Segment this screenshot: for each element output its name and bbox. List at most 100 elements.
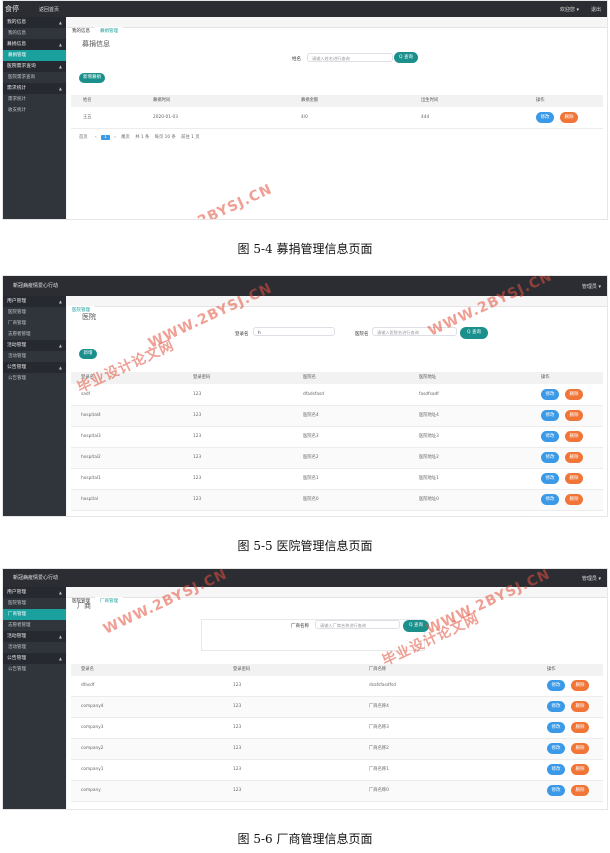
edit-button[interactable]: 修改	[547, 743, 565, 754]
edit-button[interactable]: 修改	[541, 494, 559, 505]
sidebar-group[interactable]: 用户管理 ▲	[3, 587, 66, 598]
delete-button[interactable]: 删除	[571, 701, 589, 712]
delete-button[interactable]: 删除	[571, 764, 589, 775]
sidebar-item[interactable]: 医院管理	[3, 307, 66, 318]
search-button[interactable]: Q 查询	[460, 327, 488, 339]
cell: 厂商名称0	[369, 788, 389, 793]
tab-donation[interactable]: 募捐管理	[95, 27, 123, 37]
sidebar-item[interactable]: 医院管理	[3, 598, 66, 609]
delete-button[interactable]: 删除	[571, 722, 589, 733]
sidebar-item[interactable]: 医院需求查询	[3, 72, 66, 83]
sidebar-group[interactable]: 医院需求查询 ▲	[3, 61, 66, 72]
tab-my-info[interactable]: 我的信息	[67, 27, 95, 37]
add-donation-button[interactable]: 新增募捐	[79, 73, 105, 83]
search-button[interactable]: Q 查询	[394, 52, 418, 63]
edit-button[interactable]: 修改	[541, 410, 559, 421]
edit-button[interactable]: 修改	[547, 785, 565, 796]
cell: 123	[193, 497, 202, 502]
sidebar-item[interactable]: 活动管理	[3, 351, 66, 362]
cell: dsafsfasdfsd	[369, 683, 396, 688]
cell: 医院地址2	[419, 455, 439, 460]
sidebar-group[interactable]: 活动管理 ▲	[3, 340, 66, 351]
col-header: 医院地址	[419, 375, 437, 380]
delete-button[interactable]: 删除	[571, 785, 589, 796]
figure-manufacturer: 新冠病疫情爱心行动 管理员 ▾ 用户管理 ▲ 医院管理 厂商管理 志愿者管理 活动管理 ▲ 活…	[2, 568, 608, 810]
sidebar-item[interactable]: 厂商管理	[3, 609, 66, 620]
sidebar-item[interactable]: 我的信息	[3, 28, 66, 39]
sidebar-group[interactable]: 公告管理 ▲	[3, 362, 66, 373]
search-label: 姓名	[292, 57, 301, 62]
col-header: 医院名	[303, 375, 316, 380]
next-icon[interactable]: ›	[114, 135, 116, 140]
cell: hospital	[81, 497, 99, 502]
prev-icon[interactable]: ‹	[95, 135, 97, 140]
delete-button[interactable]: 删除	[560, 112, 578, 123]
delete-button[interactable]: 删除	[565, 431, 583, 442]
user-menu[interactable]: 管理员 ▾	[582, 283, 601, 290]
cell: hospital3	[81, 434, 101, 439]
sidebar-group[interactable]: 用户管理 ▲	[3, 296, 66, 307]
tab-manufacturer[interactable]: 厂商管理	[95, 597, 123, 607]
add-button[interactable]: 新增	[79, 349, 97, 359]
col-header: 募捐金额	[301, 98, 319, 103]
sidebar-item[interactable]: 需求统计	[3, 94, 66, 105]
cell: fasdfsadf	[419, 392, 439, 397]
edit-button[interactable]: 修改	[547, 701, 565, 712]
edit-button[interactable]: 修改	[547, 680, 565, 691]
sidebar-item[interactable]: 志愿者管理	[3, 329, 66, 340]
tab-bar: 我的信息 募捐管理	[67, 17, 607, 37]
cell: hospital4	[81, 413, 101, 418]
edit-button[interactable]: 修改	[541, 452, 559, 463]
sidebar-group[interactable]: 需求统计 ▲	[3, 83, 66, 94]
login-name-input[interactable]: h	[253, 327, 335, 336]
sidebar-item[interactable]: 募捐管理	[3, 50, 66, 61]
user-menu[interactable]: 欢迎您 ▾	[560, 6, 579, 13]
sidebar-group[interactable]: 我的信息 ▲	[3, 17, 66, 28]
delete-button[interactable]: 删除	[565, 410, 583, 421]
sidebar-group[interactable]: 公告管理 ▲	[3, 653, 66, 664]
sidebar-item[interactable]: 厂商管理	[3, 318, 66, 329]
sidebar-item[interactable]: 公告管理	[3, 664, 66, 675]
exit-link[interactable]: 退出	[591, 6, 601, 13]
edit-button[interactable]: 修改	[541, 473, 559, 484]
edit-button[interactable]: 修改	[541, 431, 559, 442]
page-number[interactable]: 1	[101, 135, 110, 140]
cell: company4	[81, 704, 104, 709]
cell: 医院名4	[303, 413, 319, 418]
edit-button[interactable]: 修改	[547, 764, 565, 775]
delete-button[interactable]: 删除	[565, 389, 583, 400]
cell: 医院地址1	[419, 476, 439, 481]
delete-button[interactable]: 删除	[571, 743, 589, 754]
cell: 123	[193, 434, 202, 439]
cell: 123	[233, 746, 242, 751]
sidebar-group[interactable]: 活动管理 ▲	[3, 631, 66, 642]
cell: 444	[421, 115, 430, 120]
delete-button[interactable]: 删除	[565, 494, 583, 505]
chevron-up-icon: ▲	[58, 20, 62, 25]
sidebar-item[interactable]: 收支统计	[3, 105, 66, 116]
sidebar-item[interactable]: 公告管理	[3, 373, 66, 384]
edit-button[interactable]: 修改	[536, 112, 554, 123]
last-page-link[interactable]: 尾页	[121, 135, 130, 140]
manufacturer-name-input[interactable]: 请输入厂商名称进行查询	[315, 620, 400, 629]
table-row: company1 123 厂商名称1 修改 删除	[71, 760, 603, 781]
table-row: hospital 123 医院名0 医院地址0 修改 删除	[71, 490, 603, 511]
delete-button[interactable]: 删除	[565, 452, 583, 463]
table-row: company 123 厂商名称0 修改 删除	[71, 781, 603, 802]
col-header: 姓名	[83, 98, 92, 103]
user-menu[interactable]: 管理员 ▾	[582, 575, 601, 582]
delete-button[interactable]: 删除	[565, 473, 583, 484]
first-page-link[interactable]: 首页	[79, 135, 88, 140]
total-count: 共 1 条	[135, 135, 150, 140]
home-link[interactable]: 返回首页	[39, 6, 59, 13]
sidebar-item[interactable]: 志愿者管理	[3, 620, 66, 631]
cell: 123	[233, 788, 242, 793]
sidebar-group[interactable]: 募捐信息 ▲	[3, 39, 66, 50]
search-input[interactable]: 请输入姓名进行查询	[307, 53, 393, 62]
sidebar-item[interactable]: 活动管理	[3, 642, 66, 653]
delete-button[interactable]: 删除	[571, 680, 589, 691]
edit-button[interactable]: 修改	[541, 389, 559, 400]
app-title: 新冠病疫情爱心行动	[13, 283, 59, 289]
chevron-up-icon: ▲	[58, 299, 62, 304]
edit-button[interactable]: 修改	[547, 722, 565, 733]
